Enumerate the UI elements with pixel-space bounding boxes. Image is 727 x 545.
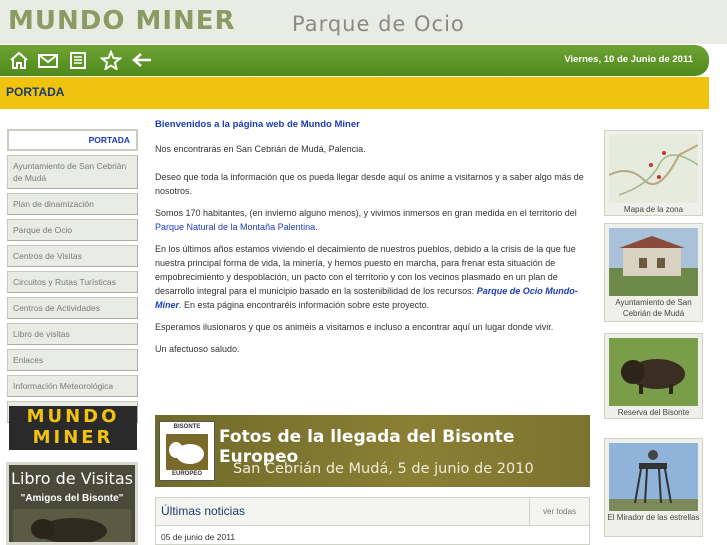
menu-item-libro-visitas[interactable]: Libro de visitas [7, 323, 138, 345]
ayuntamiento-caption: Ayuntamiento de San Cebrián de Mudá [615, 298, 692, 318]
latest-news-panel: Últimas noticias ver todas 05 de junio d… [155, 497, 590, 545]
masthead: MUNDO MINER Parque de Ocio [0, 0, 727, 44]
parque-natural-link[interactable]: Parque Natural de la Montaña Palentina [155, 222, 315, 232]
news-title: Últimas noticias [161, 504, 246, 518]
bison-reserve-image [609, 338, 698, 406]
bison-photo [13, 509, 131, 542]
mirador-thumbnail[interactable]: El Mirador de las estrellas [604, 438, 703, 537]
news-header: Últimas noticias ver todas [156, 498, 589, 526]
bisonte-europeo-logo: BISONTE EUROPEO [159, 421, 215, 481]
book-icon[interactable] [67, 50, 89, 70]
mundo-miner-logo[interactable]: MUNDO MINER [9, 406, 137, 450]
left-menu: PORTADA Ayuntamiento de San Cebrián de M… [7, 129, 138, 427]
intro-wish: Deseo que toda la información que os pue… [155, 172, 584, 196]
welcome-heading: Bienvenidos a la página web de Mundo Min… [155, 119, 360, 130]
bisonte-logo-top: BISONTE [173, 424, 201, 430]
back-arrow-icon[interactable] [131, 50, 153, 70]
mundo-miner-logo-row1: MUNDO [26, 406, 120, 427]
section-bar: PORTADA [0, 77, 709, 109]
menu-item-plan-dinamizacion[interactable]: Plan de dinamización [7, 193, 138, 215]
visit-book-subtitle: "Amigos del Bisonte" [20, 493, 124, 504]
mail-icon[interactable] [37, 50, 59, 70]
map-thumbnail[interactable]: Mapa de la zona [604, 130, 703, 216]
menu-item-circuitos-rutas[interactable]: Circuitos y Rutas Turísticas [7, 271, 138, 293]
intro-location: Nos encontrarás en San Cebrián de Mudá, … [155, 144, 366, 154]
menu-item-centros-visitas[interactable]: Centros de Visitas [7, 245, 138, 267]
section-title: PORTADA [6, 85, 65, 99]
menu-item-portada[interactable]: PORTADA [7, 129, 138, 151]
menu-item-enlaces[interactable]: Enlaces [7, 349, 138, 371]
menu-item-ayuntamiento[interactable]: Ayuntamiento de San Cebrián de Mudá [7, 155, 138, 189]
intro-greeting: Un afectuoso saludo. [155, 344, 240, 354]
current-date: Viernes, 10 de Junio de 2011 [564, 54, 693, 65]
ayuntamiento-thumbnail[interactable]: Ayuntamiento de San Cebrián de Mudá [604, 223, 703, 322]
intro-history-end: . En esta página encontraréis informació… [179, 300, 430, 310]
home-icon[interactable] [8, 50, 30, 70]
bison-reserve-caption: Reserva del Bisonte [617, 408, 690, 417]
intro-population-end: . [315, 222, 318, 232]
ayuntamiento-image [609, 228, 698, 296]
top-nav-bar: Viernes, 10 de Junio de 2011 [0, 45, 709, 76]
mirador-caption: El Mirador de las estrellas [607, 513, 700, 522]
intro-population-text: Somos 170 habitantes, (en invierno algun… [155, 208, 577, 218]
mirador-image [609, 443, 698, 511]
visit-book-title: Libro de Visitas [11, 469, 133, 488]
menu-item-centros-actividades[interactable]: Centros de Actividades [7, 297, 138, 319]
bisonte-logo-bottom: EUROPEO [171, 471, 202, 477]
banner-subtitle: San Cebrián de Mudá, 5 de junio de 2010 [233, 461, 534, 477]
intro-population: Somos 170 habitantes, (en invierno algun… [155, 206, 595, 234]
star-icon[interactable] [100, 50, 122, 70]
site-subtitle: Parque de Ocio [292, 12, 465, 36]
intro-hope: Esperamos ilusionaros y que os animéis a… [155, 322, 554, 332]
map-image [609, 135, 698, 203]
site-logo[interactable]: MUNDO MINER [8, 6, 236, 36]
intro-history: En los últimos años estamos viviendo el … [155, 242, 595, 312]
map-caption: Mapa de la zona [623, 205, 684, 214]
news-item-date[interactable]: 05 de junio de 2011 [161, 532, 235, 542]
menu-item-meteorologia[interactable]: Información Meteorológica [7, 375, 138, 397]
bison-reserve-thumbnail[interactable]: Reserva del Bisonte [604, 333, 703, 419]
bison-icon [166, 434, 208, 470]
mundo-miner-logo-row2: MINER [32, 427, 114, 448]
visit-book-banner[interactable]: Libro de Visitas "Amigos del Bisonte" [6, 462, 138, 545]
menu-item-parque-ocio[interactable]: Parque de Ocio [7, 219, 138, 241]
bison-photos-banner[interactable]: BISONTE EUROPEO Fotos de la llegada del … [155, 415, 590, 487]
see-all-news-link[interactable]: ver todas [529, 498, 589, 526]
main-content: Bienvenidos a la página web de Mundo Min… [155, 118, 595, 364]
